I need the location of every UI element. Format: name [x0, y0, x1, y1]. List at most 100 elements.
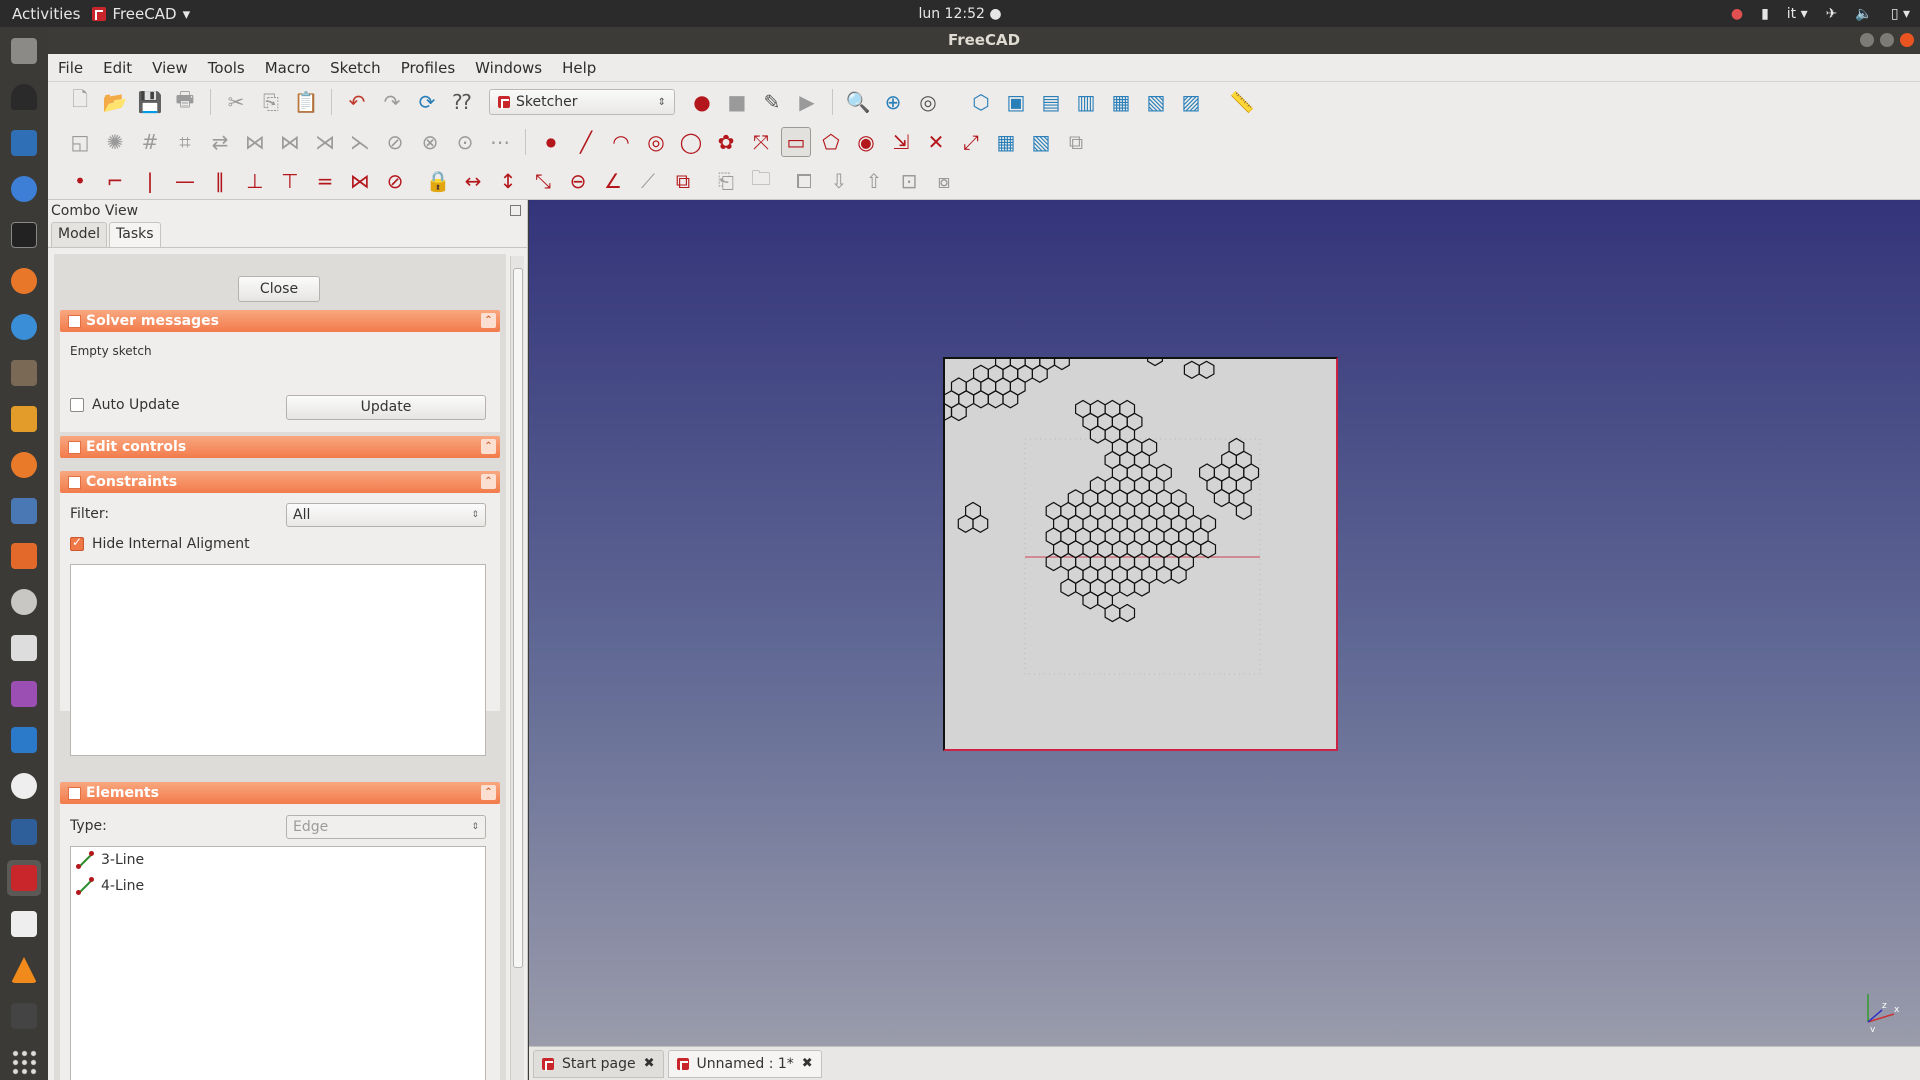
dock-vscode-icon[interactable]	[7, 722, 41, 758]
keyboard-layout-indicator[interactable]: it ▾	[1787, 6, 1808, 22]
line-tool-icon[interactable]: ╱	[572, 128, 600, 156]
redo-icon[interactable]: ↷	[378, 88, 406, 116]
snap-grid-icon[interactable]: ⌗	[171, 128, 199, 156]
menu-file[interactable]: File	[58, 59, 83, 77]
dock-show-apps-icon[interactable]	[7, 1044, 41, 1080]
top-view-icon[interactable]: ▤	[1037, 88, 1065, 116]
vertical-constraint-icon[interactable]: |	[136, 167, 164, 195]
recording-icon[interactable]: ●	[1731, 6, 1743, 22]
slot-tool-icon[interactable]: ◉	[852, 128, 880, 156]
solver-messages-header[interactable]: Solver messages ⌃	[60, 310, 500, 332]
horizontal-constraint-icon[interactable]: —	[171, 167, 199, 195]
dock-blender-icon[interactable]	[7, 447, 41, 483]
dock-eye-icon[interactable]	[7, 768, 41, 804]
auto-update-checkbox[interactable]	[70, 398, 84, 412]
airplane-icon[interactable]: ✈	[1826, 6, 1838, 22]
collapse-icon[interactable]: ⌃	[481, 439, 496, 454]
save-file-icon[interactable]: 💾	[136, 88, 164, 116]
menu-tools[interactable]: Tools	[208, 59, 245, 77]
distance-constraint-icon[interactable]: ⤡	[529, 167, 557, 195]
hide-internal-checkbox[interactable]	[70, 535, 84, 551]
fit-all-icon[interactable]: 🔍	[844, 88, 872, 116]
circle-tool-icon[interactable]: ◎	[642, 128, 670, 156]
map-sketch-icon[interactable]: ⇄	[206, 128, 234, 156]
front-view-icon[interactable]: ▣	[1002, 88, 1030, 116]
menu-sketch[interactable]: Sketch	[330, 59, 381, 77]
merge-sketch-icon[interactable]: ⋈	[241, 128, 269, 156]
minimize-button[interactable]	[1860, 33, 1874, 47]
bottom-view-icon[interactable]: ▧	[1142, 88, 1170, 116]
isometric-view-icon[interactable]: ⬡	[967, 88, 995, 116]
tangent-constraint-icon[interactable]: ⊤	[276, 167, 304, 195]
symmetric-constraint-icon[interactable]: ⋈	[346, 167, 374, 195]
workbench-selector[interactable]: Sketcher ⇕	[489, 89, 675, 115]
dock-inkscape-icon[interactable]	[7, 79, 41, 115]
scrollbar-thumb[interactable]	[513, 268, 523, 968]
dock-files-icon[interactable]	[7, 33, 41, 69]
external-geometry-icon[interactable]: ▦	[992, 128, 1020, 156]
macro-stop-icon[interactable]: ■	[723, 88, 751, 116]
whats-this-icon[interactable]: ⁇	[448, 88, 476, 116]
dock-chromium-icon[interactable]	[7, 171, 41, 207]
point-tool-icon[interactable]: ●	[537, 128, 565, 156]
close-sketch-button[interactable]: Close	[238, 276, 320, 302]
dock-writer-icon[interactable]	[7, 125, 41, 161]
app-menu[interactable]: FreeCAD ▾	[92, 5, 190, 23]
collapse-icon[interactable]: ⌃	[481, 313, 496, 328]
tab-model[interactable]: Model	[51, 222, 108, 247]
import-icon[interactable]: ⇩	[825, 167, 853, 195]
tab-start-page[interactable]: Start page ✖	[533, 1049, 664, 1078]
perpendicular-constraint-icon[interactable]: ⊥	[241, 167, 269, 195]
bspline-tool-icon[interactable]: ✿	[712, 128, 740, 156]
draw-style-icon[interactable]: ◎	[914, 88, 942, 116]
carbon-copy-icon[interactable]: ▧	[1027, 128, 1055, 156]
snells-law-icon[interactable]: ⟋	[634, 167, 662, 195]
elements-header[interactable]: Elements ⌃	[60, 782, 500, 804]
dock-settings-icon[interactable]	[7, 584, 41, 620]
dock-camera-icon[interactable]	[7, 630, 41, 666]
macro-record-icon[interactable]: ●	[688, 88, 716, 116]
export-icon[interactable]: ⇧	[860, 167, 888, 195]
link-icon[interactable]: ⧠	[790, 167, 818, 195]
dock-text-editor-icon[interactable]	[7, 906, 41, 942]
lock-constraint-icon[interactable]: 🔒	[424, 167, 452, 195]
fit-selection-icon[interactable]: ⊕	[879, 88, 907, 116]
dock-media-icon[interactable]	[7, 676, 41, 712]
collapse-icon[interactable]: ⌃	[481, 474, 496, 489]
dock-app-icon[interactable]	[7, 401, 41, 437]
cut-icon[interactable]: ✂	[222, 88, 250, 116]
float-panel-icon[interactable]	[510, 205, 521, 216]
close-tab-icon[interactable]: ✖	[802, 1056, 813, 1071]
part-icon[interactable]: ⎗	[712, 167, 740, 195]
right-view-icon[interactable]: ▥	[1072, 88, 1100, 116]
coincident-constraint-icon[interactable]: •	[66, 167, 94, 195]
sketch-plane[interactable]	[943, 357, 1338, 751]
new-file-icon[interactable]: 🗋	[66, 87, 94, 116]
battery-icon[interactable]: ▯ ▾	[1891, 6, 1910, 22]
macro-run-icon[interactable]: ▶	[793, 88, 821, 116]
dock-editor-icon[interactable]	[7, 309, 41, 345]
rectangular-array-icon[interactable]: ⋯	[486, 128, 514, 156]
block-constraint-icon[interactable]: ⊘	[381, 167, 409, 195]
extend-tool-icon[interactable]: ⤢	[957, 128, 985, 156]
copy-icon[interactable]: ⎘	[257, 88, 285, 116]
tab-unnamed[interactable]: Unnamed : 1* ✖	[667, 1049, 822, 1078]
close-window-button[interactable]	[1900, 33, 1914, 47]
rear-view-icon[interactable]: ▦	[1107, 88, 1135, 116]
macro-edit-icon[interactable]: ✎	[758, 88, 786, 116]
edit-controls-header[interactable]: Edit controls ⌃	[60, 436, 500, 458]
close-tab-icon[interactable]: ✖	[644, 1056, 655, 1071]
activities-button[interactable]: Activities	[0, 5, 92, 23]
menu-help[interactable]: Help	[562, 59, 596, 77]
dock-gimp-icon[interactable]	[7, 355, 41, 391]
list-item[interactable]: 4-Line	[71, 873, 485, 899]
arc-tool-icon[interactable]: ◠	[607, 128, 635, 156]
polygon-tool-icon[interactable]: ⬠	[817, 128, 845, 156]
parallel-constraint-icon[interactable]: ∥	[206, 167, 234, 195]
menu-view[interactable]: View	[152, 59, 188, 77]
maximize-button[interactable]	[1880, 33, 1894, 47]
list-item[interactable]: 3-Line	[71, 847, 485, 873]
symmetry-icon[interactable]: ⊗	[416, 128, 444, 156]
dock-firefox-icon[interactable]	[7, 263, 41, 299]
menu-profiles[interactable]: Profiles	[401, 59, 455, 77]
